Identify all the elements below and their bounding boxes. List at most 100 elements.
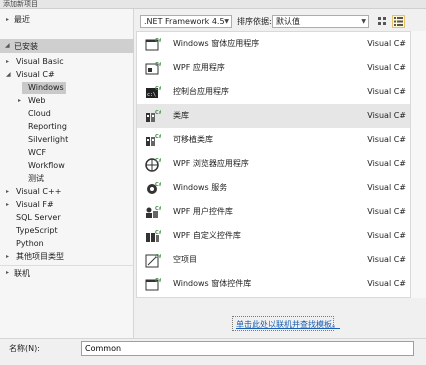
expand-arrow-icon[interactable]: ▸ [6, 16, 9, 23]
tree-item[interactable]: SQL Server [0, 212, 134, 224]
sort-value: 默认值 [276, 17, 300, 26]
template-language: Visual C# [367, 63, 406, 72]
sort-label: 排序依据: [237, 17, 272, 26]
expand-arrow-icon[interactable]: ▸ [6, 186, 9, 198]
svg-text:C#: C# [155, 62, 161, 68]
template-list: C# Windows 窗体应用程序 Visual C# C# WPF 应用程序 Visua… [136, 31, 411, 298]
template-language: Visual C# [367, 159, 406, 168]
name-label: 名称(N): [9, 344, 40, 353]
template-language: Visual C# [367, 111, 406, 120]
tree-item-label: Python [16, 239, 44, 248]
tree-item[interactable]: Python [0, 238, 134, 250]
winforms-control-icon: C# [145, 276, 163, 292]
template-toolbar: .NET Framework 4.5 ▼ 排序依据: 默认值 ▼ [136, 9, 426, 31]
grid-view-button[interactable] [376, 15, 389, 28]
tree-item[interactable]: ▸ Visual C++ [0, 186, 134, 198]
tree-item[interactable]: ▸ Visual F# [0, 199, 134, 211]
expand-arrow-icon[interactable]: ▸ [6, 251, 9, 263]
svg-text:C#: C# [155, 110, 161, 116]
template-name: Windows 窗体控件库 [173, 279, 252, 288]
template-row[interactable]: c:\C# 控制台应用程序 Visual C# [137, 80, 410, 104]
template-row[interactable]: C# WPF 应用程序 Visual C# [137, 56, 410, 80]
tree-item-recent[interactable]: ▸ 最近 [0, 13, 134, 27]
template-language: Visual C# [367, 231, 406, 240]
tree-item-label: Windows [28, 83, 64, 92]
installed-label: 已安装 [14, 42, 38, 51]
template-language: Visual C# [367, 39, 406, 48]
tree-item[interactable]: Windows [22, 82, 66, 94]
tree-item-online[interactable]: ▸ 联机 [0, 265, 134, 280]
template-row[interactable]: C# WPF 浏览器应用程序 Visual C# [137, 152, 410, 176]
collapse-arrow-icon[interactable]: ◢ [5, 42, 10, 49]
template-name: 空项目 [173, 255, 197, 264]
expand-arrow-icon[interactable]: ▸ [6, 199, 9, 211]
tree-item-label: Visual C# [16, 70, 55, 79]
template-name: WPF 用户控件库 [173, 207, 233, 216]
tree-item-label: WCF [28, 148, 47, 157]
tree-item-label: Reporting [28, 122, 67, 131]
template-name: WPF 应用程序 [173, 63, 225, 72]
online-label: 联机 [14, 269, 30, 278]
template-row[interactable]: C# 可移植类库 Visual C# [137, 128, 410, 152]
window-title: 添加新项目 [0, 0, 426, 9]
list-view-icon [394, 17, 403, 26]
tree-item-label: Cloud [28, 109, 51, 118]
svg-text:C#: C# [155, 278, 161, 284]
find-templates-online-link[interactable]: 单击此处以联机并查找模板。 [236, 319, 340, 330]
tree-item[interactable]: TypeScript [0, 225, 134, 237]
template-name: 控制台应用程序 [173, 87, 229, 96]
template-row[interactable]: C# 类库 Visual C# [137, 104, 410, 128]
name-input[interactable] [81, 341, 414, 356]
tree-item[interactable]: ▸ Web [0, 95, 134, 107]
tree-item-label: Web [28, 96, 46, 105]
template-language: Visual C# [367, 279, 406, 288]
template-name: 可移植类库 [173, 135, 213, 144]
template-row[interactable]: C# Windows 窗体控件库 Visual C# [137, 272, 410, 296]
svg-text:C#: C# [155, 86, 161, 92]
chevron-down-icon: ▼ [361, 18, 366, 25]
template-language: Visual C# [367, 135, 406, 144]
portable-library-icon: C# [145, 132, 163, 148]
tree-item-label: Silverlight [28, 135, 69, 144]
tree-item[interactable]: Reporting [0, 121, 134, 133]
svg-text:C#: C# [155, 158, 161, 164]
tree-item[interactable]: WCF [0, 147, 134, 159]
winforms-app-icon: C# [145, 36, 163, 52]
class-library-icon: C# [145, 108, 163, 124]
collapse-arrow-icon[interactable]: ◢ [6, 69, 11, 81]
template-row[interactable]: C# WPF 用户控件库 Visual C# [137, 200, 410, 224]
wpf-app-icon: C# [145, 60, 163, 76]
empty-project-icon: C# [145, 252, 163, 268]
tree-item-label: Visual C++ [16, 187, 62, 196]
template-row[interactable]: C# 空项目 Visual C# [137, 248, 410, 272]
wpf-browser-app-icon: C# [145, 156, 163, 172]
tree-item[interactable]: ▸ 其他项目类型 [0, 251, 134, 263]
tree-item[interactable]: 测试 [0, 173, 134, 185]
list-view-button[interactable] [392, 15, 405, 28]
template-name: Windows 窗体应用程序 [173, 39, 260, 48]
tree-item[interactable]: ◢ Visual C# [0, 69, 134, 81]
template-row[interactable]: C# Windows 窗体应用程序 Visual C# [137, 32, 410, 56]
svg-text:c:\: c:\ [147, 92, 156, 98]
expand-arrow-icon[interactable]: ▸ [6, 269, 9, 276]
template-row[interactable]: C# Windows 服务 Visual C# [137, 176, 410, 200]
svg-text:C#: C# [155, 254, 161, 260]
template-language: Visual C# [367, 87, 406, 96]
svg-text:C#: C# [155, 182, 161, 188]
expand-arrow-icon[interactable]: ▸ [6, 56, 9, 68]
template-name: Windows 服务 [173, 183, 228, 192]
chevron-down-icon: ▼ [224, 18, 229, 25]
tree-item-label: Workflow [28, 161, 65, 170]
tree-item-installed[interactable]: ◢ 已安装 [0, 39, 134, 53]
template-row[interactable]: C# WPF 自定义控件库 Visual C# [137, 224, 410, 248]
expand-arrow-icon[interactable]: ▸ [18, 95, 21, 107]
tree-item-label: Visual Basic [16, 57, 64, 66]
framework-dropdown[interactable]: .NET Framework 4.5 ▼ [140, 15, 232, 28]
grid-view-icon [378, 17, 386, 25]
tree-item[interactable]: Workflow [0, 160, 134, 172]
sort-dropdown[interactable]: 默认值 ▼ [272, 15, 369, 28]
tree-item[interactable]: ▸ Visual Basic [0, 56, 134, 68]
tree-item[interactable]: Silverlight [0, 134, 134, 146]
console-app-icon: c:\C# [145, 84, 163, 100]
tree-item[interactable]: Cloud [0, 108, 134, 120]
